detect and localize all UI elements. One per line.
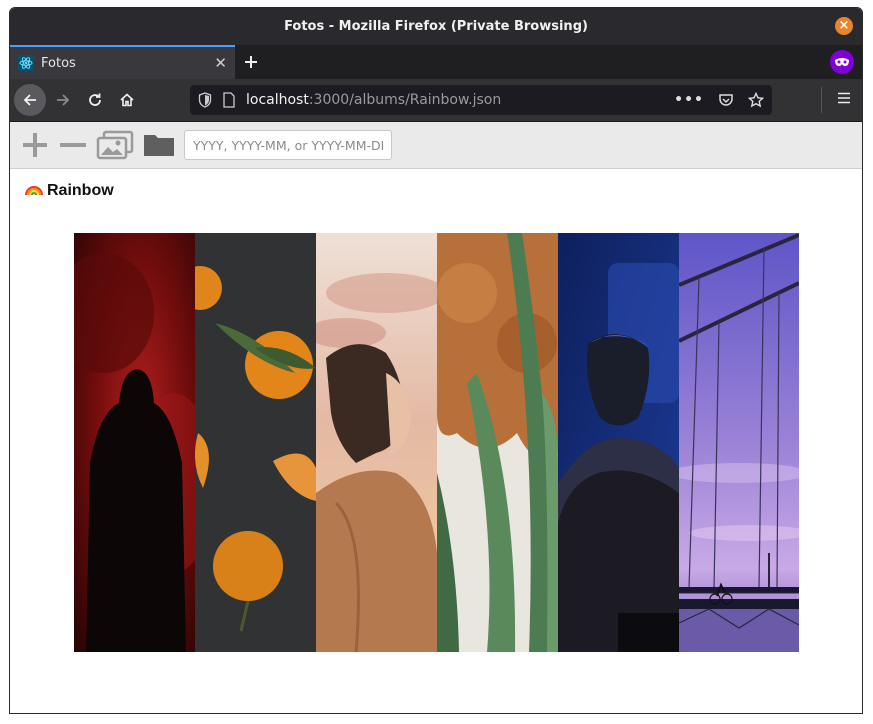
url-path: :3000/albums/Rainbow.json	[308, 92, 502, 108]
reload-icon	[89, 93, 101, 106]
url-text[interactable]: localhost:3000/albums/Rainbow.json	[246, 92, 501, 108]
menu-icon	[838, 92, 850, 104]
photo-bridge-dusk[interactable]	[679, 233, 799, 652]
react-favicon-icon	[18, 55, 34, 71]
window-title: Fotos - Mozilla Firefox (Private Browsin…	[284, 19, 588, 34]
photo-gallery	[74, 233, 799, 652]
photo-red-smoke[interactable]	[74, 233, 195, 652]
private-browsing-icon	[830, 50, 854, 74]
minus-icon	[60, 143, 86, 147]
album-title: Rainbow	[25, 181, 114, 200]
plus-icon	[23, 133, 47, 157]
album-name: Rainbow	[47, 181, 114, 199]
pocket-icon[interactable]	[718, 92, 734, 108]
tab-strip: Fotos ✕	[10, 45, 862, 79]
home-icon	[120, 93, 134, 107]
window-close-button[interactable]: ×	[835, 17, 853, 35]
date-filter-input[interactable]	[184, 130, 392, 160]
back-button[interactable]	[14, 84, 46, 116]
reload-button[interactable]	[80, 85, 110, 115]
hamburger-menu-button[interactable]	[836, 90, 852, 110]
tab-title: Fotos	[41, 55, 76, 71]
plus-icon	[245, 56, 257, 68]
photo-man-blue[interactable]	[558, 233, 679, 652]
navigation-bar: localhost:3000/albums/Rainbow.json •••	[10, 79, 862, 122]
images-icon	[96, 130, 134, 160]
toolbar-separator	[821, 87, 822, 113]
photo-tangerines[interactable]	[195, 233, 316, 652]
url-host: localhost	[246, 92, 309, 108]
back-arrow-icon	[23, 94, 36, 106]
browser-window: Fotos - Mozilla Firefox (Private Browsin…	[9, 7, 863, 714]
images-button[interactable]	[96, 130, 134, 160]
url-bar[interactable]: localhost:3000/albums/Rainbow.json •••	[190, 85, 772, 115]
app-toolbar	[10, 122, 862, 169]
photo-woman-sky[interactable]	[316, 233, 437, 652]
folder-button[interactable]	[142, 130, 176, 160]
bookmark-star-icon[interactable]	[748, 92, 764, 108]
new-tab-button[interactable]	[235, 45, 267, 79]
folder-icon	[144, 135, 174, 156]
more-actions-icon[interactable]: •••	[674, 92, 704, 108]
tab-fotos[interactable]: Fotos ✕	[10, 45, 235, 79]
remove-button[interactable]	[58, 130, 88, 160]
add-button[interactable]	[20, 130, 50, 160]
page-icon[interactable]	[222, 92, 236, 108]
url-actions: •••	[674, 85, 764, 115]
photo-aloe-plant[interactable]	[437, 233, 558, 652]
forward-arrow-icon	[57, 94, 70, 106]
album-view: Rainbow	[10, 169, 862, 709]
home-button[interactable]	[112, 85, 142, 115]
rainbow-icon	[25, 181, 43, 200]
title-bar: Fotos - Mozilla Firefox (Private Browsin…	[10, 8, 862, 45]
forward-button[interactable]	[48, 85, 78, 115]
tracking-protection-icon[interactable]	[198, 92, 212, 108]
tab-close-icon[interactable]: ✕	[214, 54, 227, 72]
